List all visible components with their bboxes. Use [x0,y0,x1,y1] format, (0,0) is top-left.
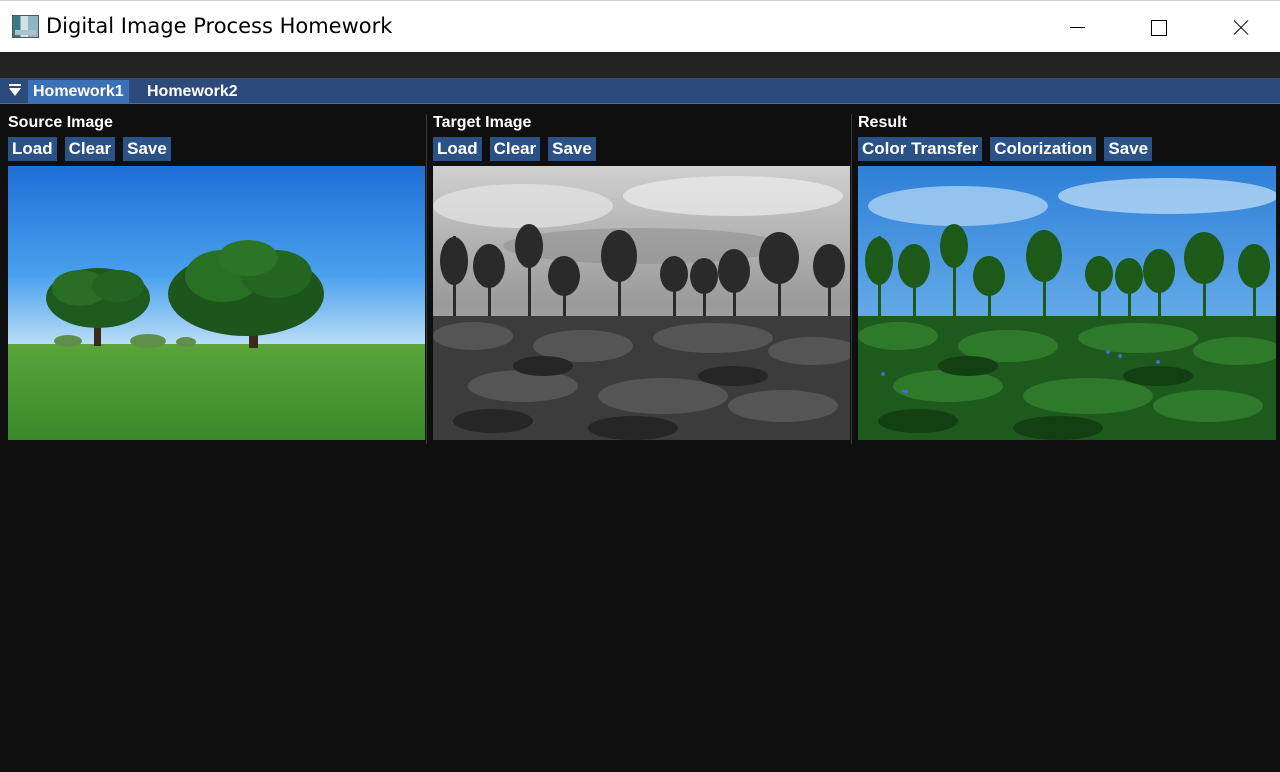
target-image-title: Target Image [433,114,532,131]
result-image [858,166,1276,440]
source-save-button[interactable]: Save [123,137,171,161]
maximize-button[interactable] [1118,1,1198,53]
close-button[interactable] [1200,1,1280,53]
result-button-row: Color Transfer Colorization Save [858,137,1153,161]
source-image [8,166,425,440]
target-image-panel: Target Image Load Clear Save [433,104,850,444]
target-clear-button[interactable]: Clear [489,137,541,161]
tab-homework2[interactable]: Homework2 [142,80,243,103]
result-title: Result [858,114,907,131]
title-bar: Digital Image Process Homework [0,0,1280,52]
colorization-button[interactable]: Colorization [990,137,1097,161]
source-image-panel: Source Image Load Clear Save [8,104,425,444]
target-save-button[interactable]: Save [548,137,596,161]
panel-separator [851,114,852,444]
result-panel: Result Color Transfer Colorization Save [858,104,1276,444]
source-image-graphic [8,166,425,440]
target-load-button[interactable]: Load [433,137,482,161]
result-image-graphic [858,166,1276,440]
window-title: Digital Image Process Homework [46,14,393,38]
color-transfer-button[interactable]: Color Transfer [858,137,983,161]
source-clear-button[interactable]: Clear [64,137,116,161]
result-save-button[interactable]: Save [1104,137,1153,161]
minimize-button[interactable] [1038,1,1118,53]
source-load-button[interactable]: Load [8,137,57,161]
panel-separator [426,114,427,444]
target-image [433,166,850,440]
menu-strip [0,52,1280,78]
target-image-graphic [433,166,850,440]
collapse-arrow-icon[interactable] [8,84,22,98]
tab-bar: Homework1 Homework2 [0,78,1280,104]
target-button-row: Load Clear Save [433,137,596,161]
source-button-row: Load Clear Save [8,137,171,161]
tab-homework1[interactable]: Homework1 [28,80,129,103]
source-image-title: Source Image [8,114,113,131]
app-icon [12,15,39,38]
